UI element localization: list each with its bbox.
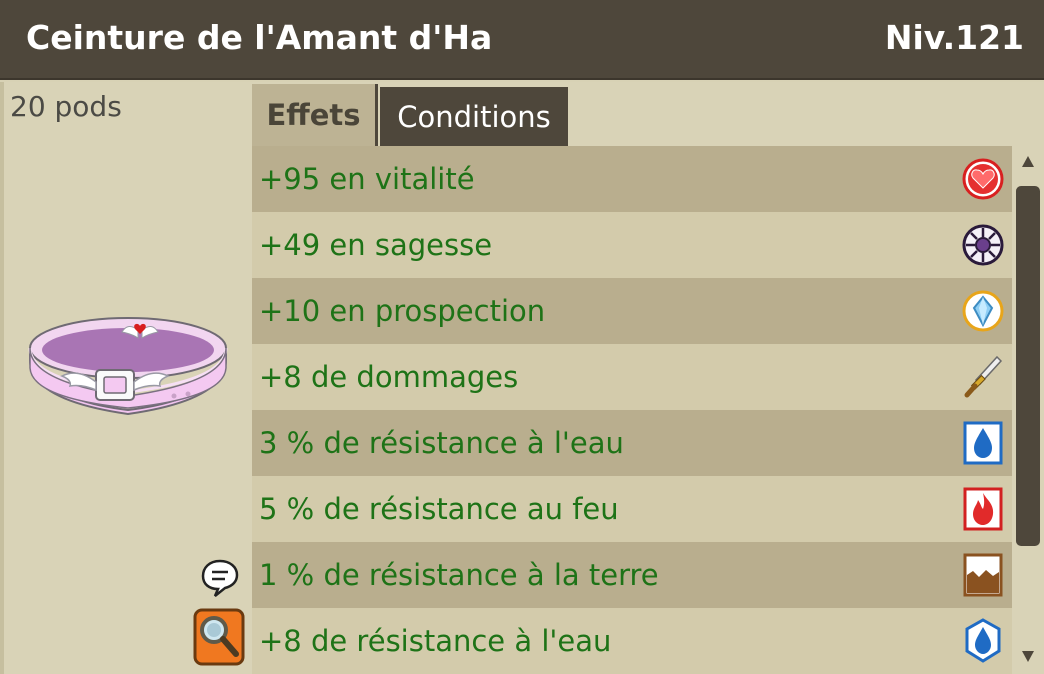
damage-icon — [962, 353, 1004, 401]
effect-label: 1 % de résistance à la terre — [259, 558, 659, 592]
effect-label: 3 % de résistance à l'eau — [259, 426, 624, 460]
effect-label: +10 en prospection — [259, 294, 546, 328]
water-resistance-icon — [962, 419, 1004, 467]
tab-effects[interactable]: Effets — [252, 84, 378, 146]
tab-conditions[interactable]: Conditions — [380, 87, 568, 146]
item-name: Ceinture de l'Amant d'Ha — [26, 18, 493, 57]
effects-scrollbar[interactable] — [1012, 146, 1044, 674]
effect-label: +8 de résistance à l'eau — [259, 624, 612, 658]
effect-row: +49 en sagesse — [252, 212, 1012, 278]
fire-resistance-icon — [962, 485, 1004, 533]
item-level: Niv.121 — [884, 18, 1024, 57]
scrollbar-thumb[interactable] — [1016, 186, 1040, 546]
belt-item-image — [28, 317, 228, 416]
chat-bubble-icon[interactable] — [200, 558, 240, 598]
effect-label: 5 % de résistance au feu — [259, 492, 619, 526]
effect-label: +49 en sagesse — [259, 228, 493, 262]
vitality-icon — [962, 155, 1004, 203]
effect-row: +95 en vitalité — [252, 146, 1012, 212]
effect-row: +8 de dommages — [252, 344, 1012, 410]
scroll-up-arrow-icon[interactable] — [1020, 154, 1036, 170]
effect-row: 1 % de résistance à la terre — [252, 542, 1012, 608]
effect-label: +95 en vitalité — [259, 162, 475, 196]
effect-label: +8 de dommages — [259, 360, 519, 394]
tab-bar: Effets Conditions — [252, 82, 1044, 146]
item-weight: 20 pods — [10, 90, 122, 123]
panel-border — [0, 82, 4, 674]
effect-row: 5 % de résistance au feu — [252, 476, 1012, 542]
effect-row: 3 % de résistance à l'eau — [252, 410, 1012, 476]
water-resistance-icon — [962, 617, 1004, 665]
effect-row: +10 en prospection — [252, 278, 1012, 344]
prospecting-icon — [962, 287, 1004, 335]
scroll-down-arrow-icon[interactable] — [1020, 648, 1036, 664]
item-header: Ceinture de l'Amant d'Ha Niv.121 — [0, 0, 1044, 80]
effects-list: +95 en vitalité +49 en sagesse +10 en pr… — [252, 146, 1012, 674]
effect-row: +8 de résistance à l'eau — [252, 608, 1012, 674]
wisdom-icon — [962, 221, 1004, 269]
earth-resistance-icon — [962, 551, 1004, 599]
magnifier-icon[interactable] — [193, 608, 245, 666]
